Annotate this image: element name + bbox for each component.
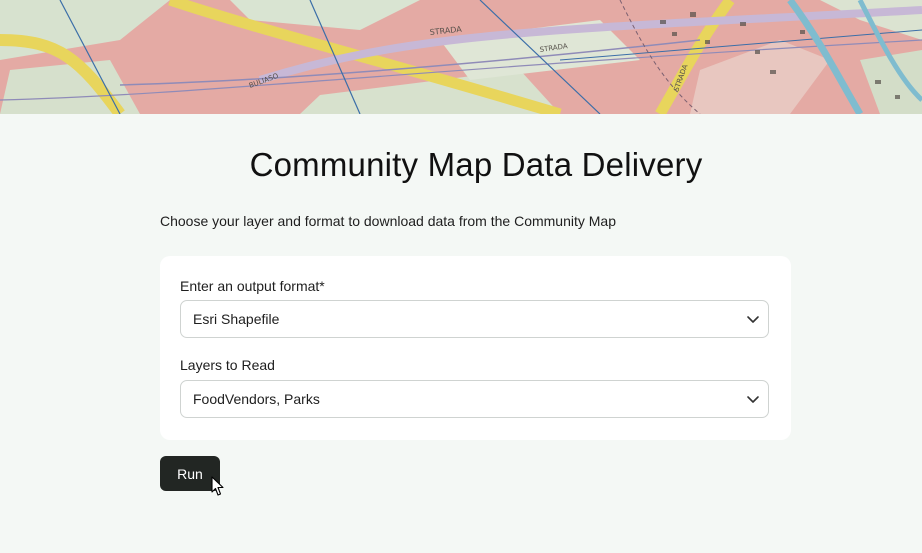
output-format-value: Esri Shapefile (193, 311, 280, 327)
chevron-down-icon (747, 396, 759, 403)
output-format-select[interactable]: Esri Shapefile (180, 300, 769, 338)
map-banner-image: STRADA BULIASO STRADA STRADA (0, 0, 922, 114)
layers-value: FoodVendors, Parks (193, 391, 320, 407)
page-title: Community Map Data Delivery (249, 146, 703, 183)
mouse-cursor-icon (211, 476, 224, 496)
output-format-label: Enter an output format* (180, 278, 325, 294)
page-subtitle: Choose your layer and format to download… (160, 213, 617, 229)
layers-select[interactable]: FoodVendors, Parks (180, 380, 769, 418)
form-card: Enter an output format* Esri Shapefile L… (160, 256, 791, 440)
chevron-down-icon (747, 316, 759, 323)
layers-label: Layers to Read (180, 357, 275, 373)
